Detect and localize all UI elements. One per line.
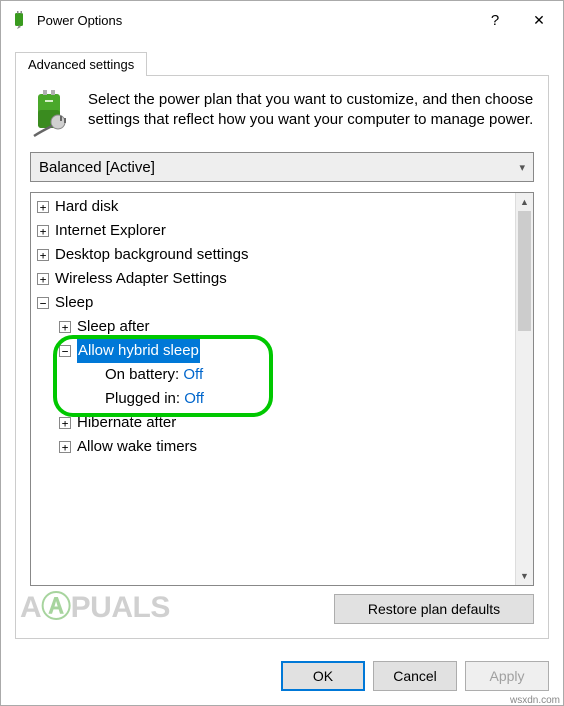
setting-key: Plugged in: xyxy=(105,390,180,407)
tree-item-sleep[interactable]: − Sleep xyxy=(31,291,515,315)
tree-item-internet-explorer[interactable]: + Internet Explorer xyxy=(31,219,515,243)
tree-label: Allow wake timers xyxy=(77,435,197,459)
tree-label-selected: Allow hybrid sleep xyxy=(77,339,200,363)
tree-item-hibernate-after[interactable]: + Hibernate after xyxy=(31,411,515,435)
scrollbar-vertical[interactable]: ▲ ▼ xyxy=(515,193,533,585)
expand-icon[interactable]: + xyxy=(37,249,49,261)
restore-defaults-button[interactable]: Restore plan defaults xyxy=(334,594,534,624)
setting-key: On battery: xyxy=(105,366,179,383)
setting-on-battery[interactable]: On battery: Off xyxy=(31,363,515,387)
expand-icon[interactable]: + xyxy=(59,441,71,453)
tab-advanced-settings[interactable]: Advanced settings xyxy=(15,52,147,76)
plan-dropdown-value: Balanced [Active] xyxy=(39,159,519,176)
tabstrip: Advanced settings xyxy=(15,51,549,75)
tree-item-wireless-adapter[interactable]: + Wireless Adapter Settings xyxy=(31,267,515,291)
tree-item-allow-wake-timers[interactable]: + Allow wake timers xyxy=(31,435,515,459)
expand-icon[interactable]: + xyxy=(37,273,49,285)
battery-plug-icon xyxy=(30,90,74,138)
titlebar: Power Options ? ✕ xyxy=(1,1,563,39)
scroll-thumb[interactable] xyxy=(518,211,531,331)
attribution-text: wsxdn.com xyxy=(510,695,560,706)
cancel-button[interactable]: Cancel xyxy=(373,661,457,691)
tab-panel: Select the power plan that you want to c… xyxy=(15,75,549,639)
expand-icon[interactable]: + xyxy=(59,321,71,333)
tree-label: Sleep xyxy=(55,291,93,315)
window-controls: ? ✕ xyxy=(475,1,563,39)
tree-label: Internet Explorer xyxy=(55,219,166,243)
power-options-icon xyxy=(11,11,29,29)
close-button[interactable]: ✕ xyxy=(515,1,563,39)
tree-label: Hibernate after xyxy=(77,411,176,435)
tree-item-hard-disk[interactable]: + Hard disk xyxy=(31,195,515,219)
collapse-icon[interactable]: − xyxy=(59,345,71,357)
restore-row: Restore plan defaults xyxy=(30,594,534,624)
ok-button[interactable]: OK xyxy=(281,661,365,691)
apply-button: Apply xyxy=(465,661,549,691)
scroll-track[interactable] xyxy=(516,211,533,567)
tree-label: Hard disk xyxy=(55,195,118,219)
dialog-buttons: OK Cancel Apply xyxy=(1,651,563,705)
tree-item-allow-hybrid-sleep[interactable]: − Allow hybrid sleep xyxy=(31,339,515,363)
content-area: Advanced settings xyxy=(1,39,563,651)
setting-value: Off xyxy=(183,366,203,383)
expand-icon[interactable]: + xyxy=(37,225,49,237)
intro-row: Select the power plan that you want to c… xyxy=(30,90,534,138)
power-options-dialog: Power Options ? ✕ Advanced settings xyxy=(0,0,564,706)
chevron-down-icon: ▾ xyxy=(519,161,525,174)
expand-icon[interactable]: + xyxy=(59,417,71,429)
setting-plugged-in[interactable]: Plugged in: Off xyxy=(31,387,515,411)
settings-tree[interactable]: + Hard disk + Internet Explorer + Deskto… xyxy=(31,193,515,585)
intro-text: Select the power plan that you want to c… xyxy=(88,90,534,138)
tree-label: Wireless Adapter Settings xyxy=(55,267,227,291)
tree-item-desktop-background[interactable]: + Desktop background settings xyxy=(31,243,515,267)
tree-label: Sleep after xyxy=(77,315,150,339)
expand-icon[interactable]: + xyxy=(37,201,49,213)
collapse-icon[interactable]: − xyxy=(37,297,49,309)
setting-value: Off xyxy=(184,390,204,407)
settings-tree-container: + Hard disk + Internet Explorer + Deskto… xyxy=(30,192,534,586)
tree-label: Desktop background settings xyxy=(55,243,248,267)
scroll-down-button[interactable]: ▼ xyxy=(516,567,533,585)
plan-dropdown[interactable]: Balanced [Active] ▾ xyxy=(30,152,534,182)
help-button[interactable]: ? xyxy=(475,1,515,39)
window-title: Power Options xyxy=(37,13,475,28)
tree-item-sleep-after[interactable]: + Sleep after xyxy=(31,315,515,339)
scroll-up-button[interactable]: ▲ xyxy=(516,193,533,211)
